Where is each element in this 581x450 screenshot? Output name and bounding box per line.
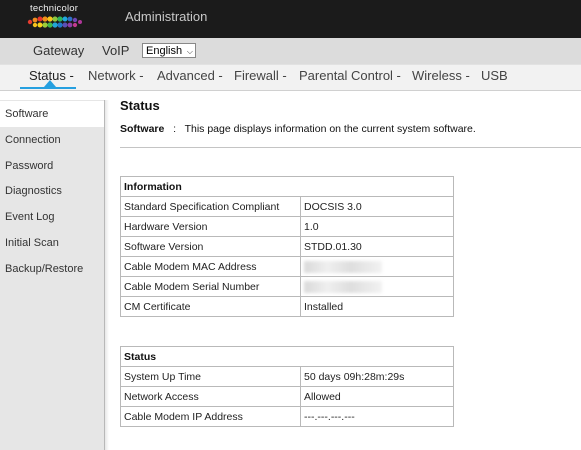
brand-name: technicolor (30, 3, 79, 14)
language-value: English (146, 45, 183, 57)
table-row: Standard Specification Compliant DOCSIS … (120, 196, 454, 217)
menu-firewall[interactable]: Firewall - (234, 68, 287, 83)
sidebar-item-initial-scan[interactable]: Initial Scan (0, 230, 104, 256)
row-label: Standard Specification Compliant (120, 196, 301, 217)
subnav-voip[interactable]: VoIP (102, 43, 129, 58)
table-row: Cable Modem Serial Number (120, 276, 454, 297)
row-label: Cable Modem MAC Address (120, 256, 301, 277)
sidebar-item-password[interactable]: Password (0, 153, 104, 179)
menu-parental-control[interactable]: Parental Control - (299, 68, 401, 83)
row-value: 50 days 09h:28m:29s (300, 366, 454, 387)
table-row: Network Access Allowed (120, 386, 454, 407)
chevron-down-icon: ⌵ (186, 47, 193, 56)
row-value-redacted (300, 276, 454, 297)
active-tab-indicator (20, 87, 76, 89)
row-value: ---.---.---.--- (300, 406, 454, 427)
sidebar-item-backup-restore[interactable]: Backup/Restore (0, 256, 104, 282)
table-row: CM Certificate Installed (120, 296, 454, 317)
row-label: Cable Modem Serial Number (120, 276, 301, 297)
menu-usb[interactable]: USB (481, 68, 508, 83)
menu-network[interactable]: Network - (88, 68, 144, 83)
top-header: technicolor Administration (0, 0, 581, 38)
sidebar-item-diagnostics[interactable]: Diagnostics (0, 178, 104, 204)
logo-dots-icon (27, 16, 82, 28)
sidebar-item-event-log[interactable]: Event Log (0, 204, 104, 230)
intro-text: This page displays information on the cu… (184, 123, 476, 135)
table-header: Information (120, 176, 454, 197)
redacted-serial-number (304, 280, 382, 293)
intro-separator: : (173, 123, 177, 135)
sidebar: Software Connection Password Diagnostics… (0, 100, 105, 450)
page-intro: Software : This page displays informatio… (120, 123, 476, 135)
technicolor-logo: technicolor (26, 3, 88, 35)
subnav-bar: Gateway VoIP English ⌵ (0, 38, 581, 64)
table-row: System Up Time 50 days 09h:28m:29s (120, 366, 454, 387)
row-value: Installed (300, 296, 454, 317)
table-row: Cable Modem MAC Address (120, 256, 454, 277)
intro-label: Software (120, 123, 165, 135)
row-label: System Up Time (120, 366, 301, 387)
caret-up-icon (44, 80, 56, 87)
divider (120, 147, 581, 148)
row-label: Network Access (120, 386, 301, 407)
row-value: DOCSIS 3.0 (300, 196, 454, 217)
menu-wireless[interactable]: Wireless - (412, 68, 470, 83)
sidebar-shadow (104, 100, 109, 450)
language-select[interactable]: English ⌵ (142, 43, 196, 58)
row-label: CM Certificate (120, 296, 301, 317)
table-row: Cable Modem IP Address ---.---.---.--- (120, 406, 454, 427)
main-menu: Status - Network - Advanced - Firewall -… (0, 64, 581, 91)
redacted-mac-address (304, 260, 382, 273)
menu-advanced[interactable]: Advanced - (157, 68, 223, 83)
table-header: Status (120, 346, 454, 367)
subnav-gateway[interactable]: Gateway (33, 43, 84, 58)
information-table: Information Standard Specification Compl… (120, 176, 454, 317)
row-value: 1.0 (300, 216, 454, 237)
row-value-redacted (300, 256, 454, 277)
table-row: Hardware Version 1.0 (120, 216, 454, 237)
page-title: Status (120, 98, 160, 113)
app-title: Administration (125, 9, 208, 24)
row-value: STDD.01.30 (300, 236, 454, 257)
row-label: Hardware Version (120, 216, 301, 237)
row-label: Cable Modem IP Address (120, 406, 301, 427)
row-label: Software Version (120, 236, 301, 257)
row-value: Allowed (300, 386, 454, 407)
sidebar-item-connection[interactable]: Connection (0, 127, 104, 153)
sidebar-item-software[interactable]: Software (0, 101, 104, 127)
status-table: Status System Up Time 50 days 09h:28m:29… (120, 346, 454, 427)
table-row: Software Version STDD.01.30 (120, 236, 454, 257)
